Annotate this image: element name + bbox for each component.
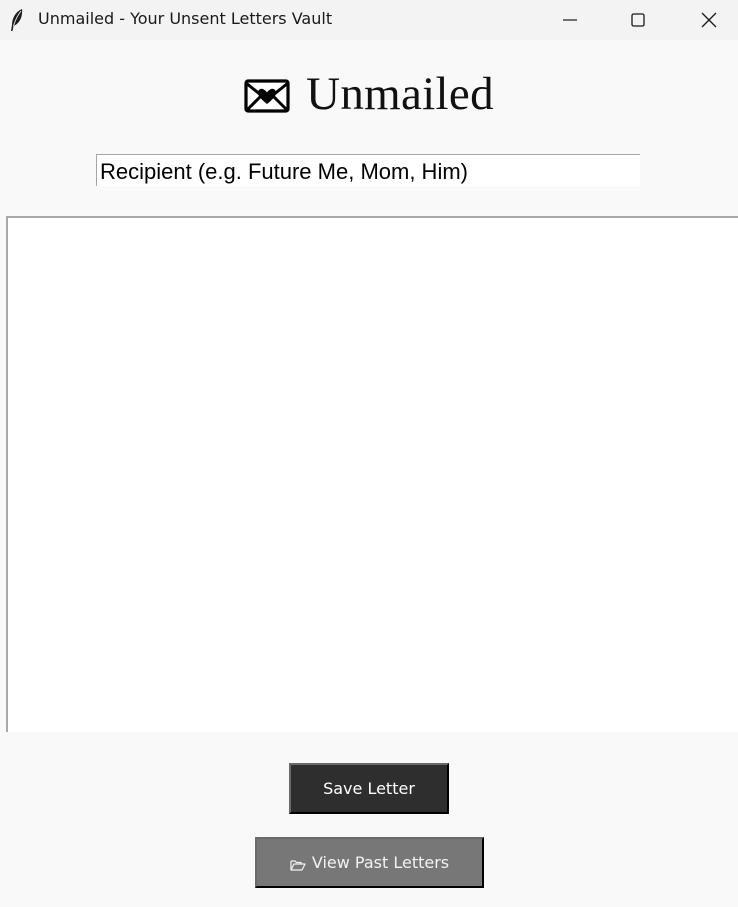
recipient-input[interactable] xyxy=(96,154,640,186)
save-letter-button[interactable]: Save Letter xyxy=(289,763,449,814)
maximize-button[interactable] xyxy=(615,0,661,40)
close-button[interactable] xyxy=(686,0,732,40)
app-window: Unmailed - Your Unsent Letters Vault Unm… xyxy=(0,0,738,907)
app-title: Unmailed xyxy=(306,68,494,120)
minimize-icon xyxy=(563,19,577,21)
title-bar[interactable]: Unmailed - Your Unsent Letters Vault xyxy=(0,0,738,40)
save-letter-label: Save Letter xyxy=(323,779,415,798)
close-icon xyxy=(701,12,717,28)
view-past-letters-label: View Past Letters xyxy=(311,853,450,872)
view-past-letters-button[interactable]: View Past Letters xyxy=(255,837,484,888)
letter-body-textarea[interactable] xyxy=(6,216,738,732)
window-title: Unmailed - Your Unsent Letters Vault xyxy=(38,9,333,28)
love-letter-envelope-icon xyxy=(244,79,290,113)
app-heading: Unmailed xyxy=(0,64,738,124)
open-folder-icon xyxy=(290,860,306,871)
minimize-button[interactable] xyxy=(547,0,593,40)
feather-quill-icon xyxy=(11,9,23,31)
maximize-icon xyxy=(631,13,645,27)
